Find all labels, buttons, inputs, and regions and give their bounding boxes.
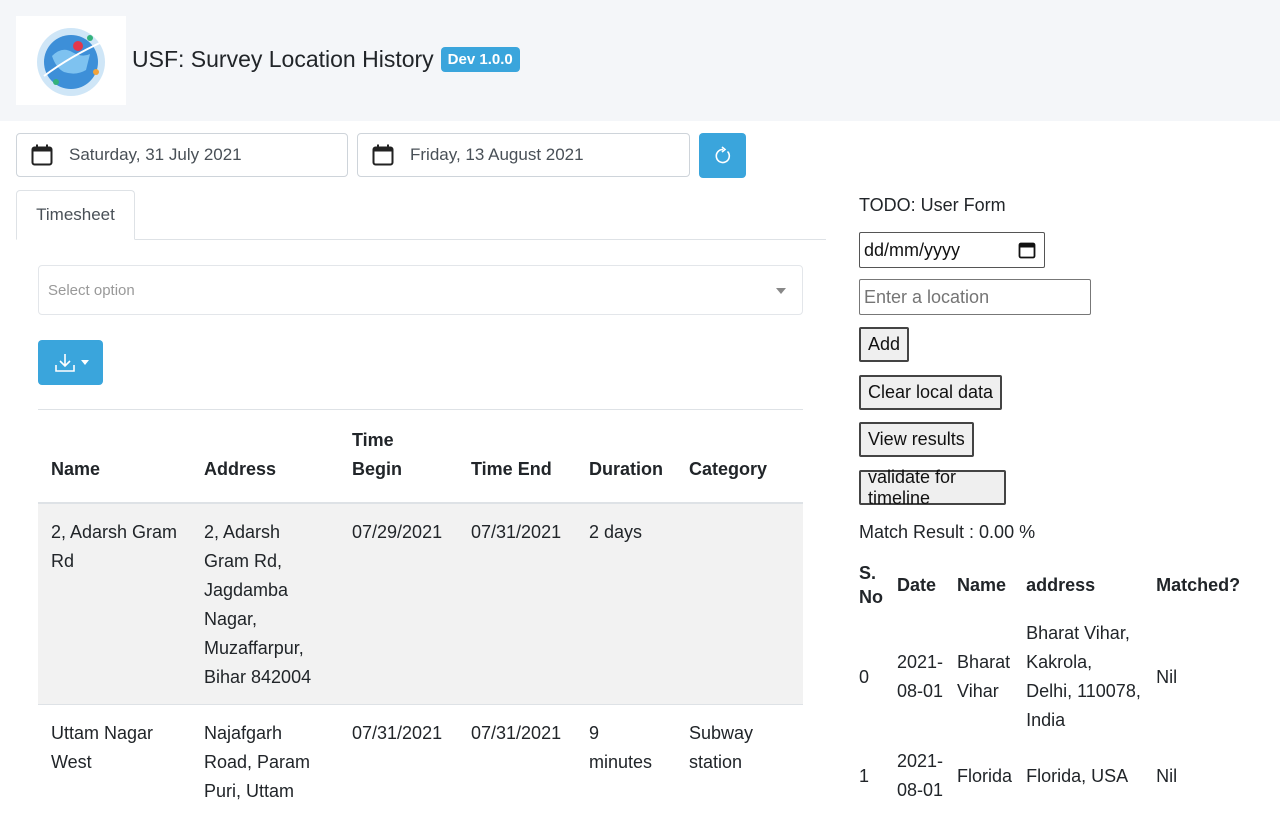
table-row[interactable]: Uttam Nagar West Najafgarh Road, Param P… — [38, 705, 803, 818]
results-cell-name: Bharat Vihar — [950, 613, 1019, 741]
end-date-value: Friday, 13 August 2021 — [410, 145, 584, 165]
tab-bar-divider — [16, 239, 826, 240]
results-cell-date: 2021-08-01 — [890, 613, 950, 741]
results-col-address: address — [1019, 557, 1149, 613]
calendar-icon — [31, 144, 53, 166]
results-col-date: Date — [890, 557, 950, 613]
cell-time-end: 07/31/2021 — [458, 705, 576, 818]
refresh-button[interactable] — [699, 133, 746, 178]
match-result: Match Result : 0.00 % — [859, 522, 1035, 543]
end-date-picker[interactable]: Friday, 13 August 2021 — [357, 133, 690, 177]
form-date-placeholder: dd/mm/yyyy — [864, 240, 960, 261]
user-form-title: TODO: User Form — [859, 192, 1006, 218]
view-results-button[interactable]: View results — [859, 422, 974, 457]
cell-time-begin: 07/29/2021 — [339, 503, 458, 705]
download-icon — [53, 351, 77, 375]
cell-address: Najafgarh Road, Param Puri, Uttam — [191, 705, 339, 818]
col-header-category[interactable]: Category — [676, 410, 803, 503]
results-cell-matched: Nil — [1149, 741, 1247, 811]
col-header-time-begin[interactable]: Time Begin — [339, 410, 458, 503]
cell-category: Subway station — [676, 705, 803, 818]
cell-duration: 9 minutes — [576, 705, 676, 818]
cell-duration: 2 days — [576, 503, 676, 705]
results-cell-matched: Nil — [1149, 613, 1247, 741]
cell-address: 2, Adarsh Gram Rd, Jagdamba Nagar, Muzaf… — [191, 503, 339, 705]
timesheet-table: Name Address Time Begin Time End Duratio… — [38, 410, 803, 818]
add-button[interactable]: Add — [859, 327, 909, 362]
clear-local-data-button[interactable]: Clear local data — [859, 375, 1002, 410]
download-dropdown-button[interactable] — [38, 340, 103, 385]
globe-map-logo-icon — [16, 16, 126, 105]
tab-timesheet[interactable]: Timesheet — [16, 190, 135, 240]
caret-down-icon — [81, 360, 89, 365]
results-col-matched: Matched? — [1149, 557, 1247, 613]
app-title-text: USF: Survey Location History — [132, 46, 434, 73]
results-col-sno: S. No — [852, 557, 890, 613]
cell-name: 2, Adarsh Gram Rd — [38, 503, 191, 705]
cell-category — [676, 503, 803, 705]
location-input[interactable]: Enter a location — [859, 279, 1091, 315]
results-cell-address: Florida, USA — [1019, 741, 1149, 811]
col-header-time-end[interactable]: Time End — [458, 410, 576, 503]
option-select[interactable]: Select option — [38, 265, 803, 315]
validate-timeline-button[interactable]: validate for timeline — [859, 470, 1006, 505]
table-header-row: Name Address Time Begin Time End Duratio… — [38, 410, 803, 503]
results-cell-date: 2021-08-01 — [890, 741, 950, 811]
col-header-name[interactable]: Name — [38, 410, 191, 503]
app-logo — [16, 16, 126, 105]
results-cell-address: Bharat Vihar, Kakrola, Delhi, 110078, In… — [1019, 613, 1149, 741]
user-form: TODO: User Form dd/mm/yyyy Enter a locat… — [859, 192, 1006, 218]
results-header-row: S. No Date Name address Matched? — [852, 557, 1247, 613]
start-date-value: Saturday, 31 July 2021 — [69, 145, 242, 165]
results-cell-name: Florida — [950, 741, 1019, 811]
chevron-down-icon — [776, 288, 786, 294]
calendar-icon — [372, 144, 394, 166]
col-header-duration[interactable]: Duration — [576, 410, 676, 503]
refresh-icon — [713, 146, 733, 166]
page-title: USF: Survey Location History Dev 1.0.0 — [132, 46, 520, 73]
location-placeholder: Enter a location — [864, 287, 989, 308]
results-cell-sno: 0 — [852, 613, 890, 741]
cell-time-end: 07/31/2021 — [458, 503, 576, 705]
calendar-icon[interactable] — [1018, 241, 1036, 259]
option-select-placeholder: Select option — [48, 282, 135, 299]
results-cell-sno: 1 — [852, 741, 890, 811]
results-row: 1 2021-08-01 Florida Florida, USA Nil — [852, 741, 1247, 811]
col-header-address[interactable]: Address — [191, 410, 339, 503]
results-col-name: Name — [950, 557, 1019, 613]
version-badge: Dev 1.0.0 — [441, 47, 520, 72]
cell-time-begin: 07/31/2021 — [339, 705, 458, 818]
form-date-input[interactable]: dd/mm/yyyy — [859, 232, 1045, 268]
cell-name: Uttam Nagar West — [38, 705, 191, 818]
start-date-picker[interactable]: Saturday, 31 July 2021 — [16, 133, 348, 177]
tab-timesheet-label: Timesheet — [36, 205, 115, 225]
results-table: S. No Date Name address Matched? 0 2021-… — [852, 557, 1247, 811]
app-header: USF: Survey Location History Dev 1.0.0 — [0, 0, 1280, 121]
results-row: 0 2021-08-01 Bharat Vihar Bharat Vihar, … — [852, 613, 1247, 741]
table-row[interactable]: 2, Adarsh Gram Rd 2, Adarsh Gram Rd, Jag… — [38, 503, 803, 705]
